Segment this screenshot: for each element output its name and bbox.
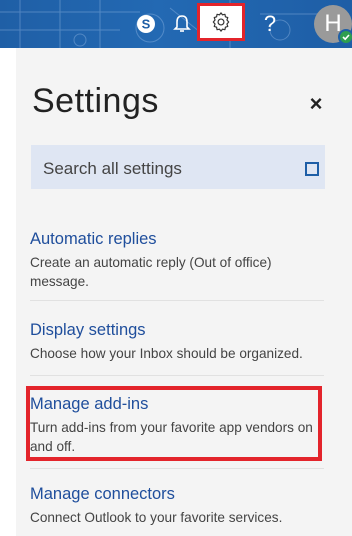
square-icon[interactable] [305, 162, 319, 176]
close-button[interactable]: × [306, 91, 326, 116]
settings-button[interactable] [197, 3, 245, 41]
list-item-display-settings[interactable]: Display settings Choose how your Inbox s… [30, 321, 322, 363]
top-bar: S ? H [0, 0, 352, 48]
bell-icon [173, 15, 191, 32]
presence-status-icon [338, 29, 352, 45]
divider [30, 300, 324, 301]
display-settings-link[interactable]: Display settings [30, 321, 322, 340]
list-item-manage-connectors[interactable]: Manage connectors Connect Outlook to you… [30, 485, 322, 527]
divider [30, 468, 324, 469]
svg-text:S: S [142, 17, 151, 32]
manage-connectors-description: Connect Outlook to your favorite service… [30, 510, 283, 525]
list-item-automatic-replies[interactable]: Automatic replies Create an automatic re… [30, 230, 322, 291]
search-placeholder: Search all settings [43, 159, 182, 178]
automatic-replies-description: Create an automatic reply (Out of office… [30, 255, 272, 289]
page-title: Settings [32, 82, 159, 120]
skype-icon: S [137, 15, 155, 33]
manage-connectors-link[interactable]: Manage connectors [30, 485, 322, 504]
checkmark-icon [342, 34, 350, 41]
settings-panel [16, 48, 352, 536]
notifications-button[interactable] [162, 4, 202, 44]
skype-button[interactable]: S [126, 4, 166, 44]
display-settings-description: Choose how your Inbox should be organize… [30, 346, 303, 361]
help-button[interactable]: ? [250, 4, 290, 44]
gear-icon [212, 12, 230, 32]
divider [30, 375, 324, 376]
help-icon: ? [263, 11, 277, 36]
highlight-box [26, 386, 322, 461]
automatic-replies-link[interactable]: Automatic replies [30, 230, 322, 249]
close-icon: × [309, 91, 323, 116]
